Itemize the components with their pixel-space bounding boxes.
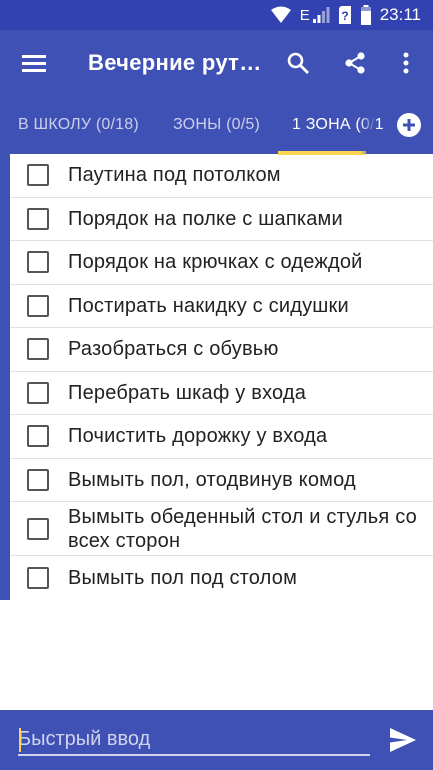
network-type-label: E (299, 6, 310, 24)
list-item[interactable]: Вымыть пол, отодвинув комод (10, 459, 433, 502)
status-time: 23:11 (379, 5, 421, 24)
checkbox[interactable] (27, 566, 49, 589)
signal-icon (312, 7, 330, 23)
add-circle-icon (396, 113, 421, 137)
send-icon (390, 728, 416, 752)
checklist: Паутина под потолком Порядок на полке с … (0, 154, 433, 600)
item-text: Вымыть обеденный стол и стулья со всех с… (68, 505, 417, 552)
svg-text:?: ? (341, 9, 348, 23)
more-options-button[interactable] (390, 43, 422, 83)
list-item[interactable]: Постирать накидку с сидушки (10, 285, 433, 328)
checkbox[interactable] (27, 207, 49, 230)
checkbox[interactable] (27, 294, 49, 317)
share-icon (345, 52, 365, 74)
checkbox[interactable] (27, 381, 49, 404)
list-item[interactable]: Разобраться с обувью (10, 328, 433, 372)
list-item[interactable]: Почистить дорожку у входа (10, 415, 433, 459)
item-text: Вымыть пол, отодвинув комод (68, 468, 356, 491)
list-item[interactable]: Вымыть обеденный стол и стулья со всех с… (10, 502, 433, 556)
menu-icon (22, 55, 46, 72)
tab-zone-1[interactable]: 1 ЗОНА (0/10) (292, 96, 398, 154)
wifi-icon (270, 6, 291, 23)
status-bar: E ? 23:11 (0, 0, 433, 30)
tab-zones[interactable]: ЗОНЫ (0/5) (173, 96, 260, 154)
checkbox[interactable] (27, 425, 49, 448)
checkbox[interactable] (27, 251, 49, 274)
search-button[interactable] (278, 43, 318, 83)
menu-button[interactable] (14, 44, 54, 82)
quick-input-field[interactable] (18, 724, 370, 756)
tab-fade (360, 96, 376, 154)
tab-school[interactable]: В ШКОЛУ (0/18) (18, 96, 139, 154)
item-text: Паутина под потолком (68, 164, 281, 187)
item-text: Перебрать шкаф у входа (68, 381, 307, 404)
item-text: Вымыть пол под столом (68, 566, 298, 589)
list-item[interactable]: Порядок на полке с шапками (10, 198, 433, 241)
share-button[interactable] (335, 43, 375, 83)
item-text: Почистить дорожку у входа (68, 425, 328, 448)
checkbox[interactable] (27, 164, 49, 187)
page-title: Вечерние рутины (88, 50, 263, 75)
item-text: Разобраться с обувью (68, 338, 279, 361)
list-item[interactable]: Перебрать шкаф у входа (10, 372, 433, 415)
item-text: Порядок на крючках с одеждой (68, 251, 363, 274)
battery-icon (360, 5, 371, 25)
list-item[interactable]: Порядок на крючках с одеждой (10, 241, 433, 285)
list-item[interactable]: Паутина под потолком (10, 154, 433, 198)
checkbox[interactable] (27, 338, 49, 361)
app-bar: Вечерние рутины (0, 30, 433, 96)
item-text: Постирать накидку с сидушки (68, 294, 349, 317)
checkbox[interactable] (27, 468, 49, 491)
search-icon (287, 52, 309, 74)
quick-input-bar (0, 710, 433, 770)
checkbox[interactable] (27, 517, 49, 540)
status-icons: E ? 23:11 (270, 0, 421, 30)
sim-alert-icon: ? (338, 6, 351, 24)
list-item[interactable]: Вымыть пол под столом (10, 556, 433, 600)
item-text: Порядок на полке с шапками (68, 207, 343, 230)
send-button[interactable] (388, 726, 420, 756)
text-cursor (19, 728, 21, 752)
add-tab-button[interactable] (384, 96, 433, 154)
more-vert-icon (403, 52, 409, 74)
